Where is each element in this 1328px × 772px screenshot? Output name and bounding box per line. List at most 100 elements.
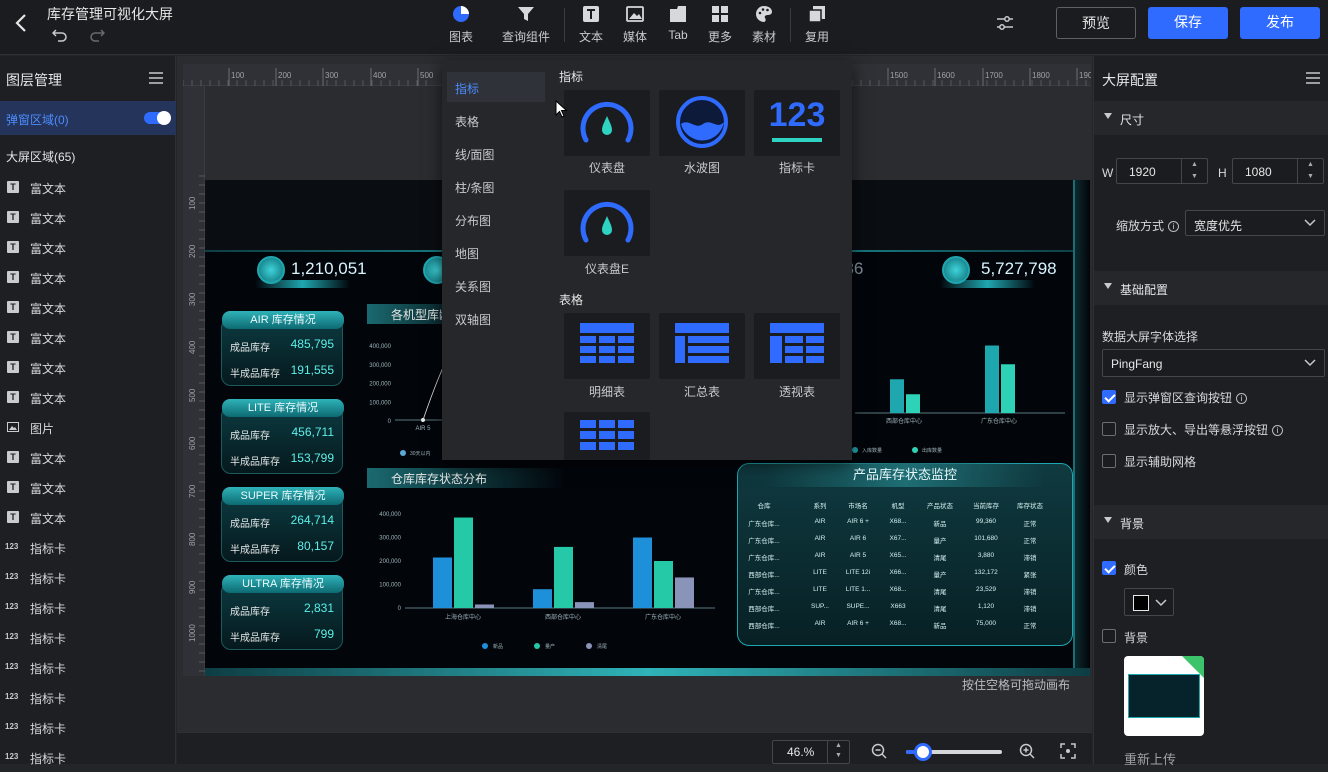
tool-more[interactable]: 更多 xyxy=(706,4,734,48)
redo-icon[interactable] xyxy=(89,27,106,43)
height-input[interactable]: 1080 ▲ ▼ xyxy=(1232,158,1324,184)
zoom-in-icon[interactable] xyxy=(1019,743,1035,759)
layer-item[interactable]: 123 指标卡 xyxy=(0,742,176,772)
popup-region-toggle[interactable] xyxy=(144,111,171,125)
width-stepper[interactable]: ▲ ▼ xyxy=(1181,159,1207,183)
component-indicator-card[interactable]: 123 xyxy=(754,90,840,156)
category-item[interactable]: 线/面图 xyxy=(447,138,545,168)
component-gauge[interactable] xyxy=(564,90,650,156)
layer-item[interactable]: T 富文本 xyxy=(0,262,176,292)
layer-item[interactable]: T 富文本 xyxy=(0,502,176,532)
height-stepper[interactable]: ▲ ▼ xyxy=(1297,159,1323,183)
layer-item[interactable]: 123 指标卡 xyxy=(0,682,176,712)
back-arrow-icon[interactable] xyxy=(12,12,32,34)
font-select[interactable]: PingFang xyxy=(1102,349,1325,377)
component-pivot-table[interactable] xyxy=(754,313,840,379)
inventory-panel: SUPER 库存情况 成品库存 264,714 半成品库存 80,157 xyxy=(221,487,344,562)
menu-icon[interactable] xyxy=(1305,71,1321,85)
width-value: 1920 xyxy=(1129,165,1156,179)
component-summary-table[interactable] xyxy=(659,313,745,379)
layer-item[interactable]: 图片 xyxy=(0,412,176,442)
checkbox-grid[interactable] xyxy=(1102,454,1116,468)
layer-item[interactable]: T 富文本 xyxy=(0,352,176,382)
layer-item[interactable]: 123 指标卡 xyxy=(0,652,176,682)
table-cell: 23,529 xyxy=(976,586,996,593)
undo-icon[interactable] xyxy=(51,27,68,43)
component-gauge-e[interactable] xyxy=(564,190,650,256)
inventory-panel: ULTRA 库存情况 成品库存 2,831 半成品库存 799 xyxy=(221,575,344,650)
basic-section-header[interactable]: 基础配置 xyxy=(1094,271,1328,305)
category-item[interactable]: 关系图 xyxy=(447,270,545,300)
bg-thumbnail[interactable] xyxy=(1124,656,1204,736)
layer-item[interactable]: T 富文本 xyxy=(0,202,176,232)
checkbox-float-buttons[interactable] xyxy=(1102,422,1116,436)
publish-button[interactable]: 发布 xyxy=(1240,7,1320,39)
category-item[interactable]: 分布图 xyxy=(447,204,545,234)
category-item[interactable]: 地图 xyxy=(447,237,545,267)
zoom-slider-thumb[interactable] xyxy=(913,743,932,761)
table-cell: X68... xyxy=(889,620,907,627)
menu-icon[interactable] xyxy=(148,71,164,85)
category-item[interactable]: 双轴图 xyxy=(447,303,545,333)
popup-region-row[interactable]: 弹窗区域(0) xyxy=(0,101,176,135)
zoom-stepper[interactable]: ▲ ▼ xyxy=(827,741,849,763)
layer-item[interactable]: T 富文本 xyxy=(0,472,176,502)
layer-item[interactable]: T 富文本 xyxy=(0,322,176,352)
indicator-underline xyxy=(772,138,822,142)
layer-label: 指标卡 xyxy=(30,572,67,586)
legend-swatch xyxy=(586,643,592,649)
collapse-arrow-icon xyxy=(1104,113,1112,119)
inventory-row-value: 191,555 xyxy=(290,363,334,377)
tool-material[interactable]: 素材 xyxy=(750,4,778,48)
zoom-out-icon[interactable] xyxy=(871,743,887,759)
fit-screen-icon[interactable] xyxy=(1060,743,1076,759)
layer-item[interactable]: 123 指标卡 xyxy=(0,562,176,592)
io-bar-chart: 西部仓库中心 广东仓库中心入库数量 出库数量 xyxy=(852,345,1065,454)
layer-item[interactable]: T 富文本 xyxy=(0,442,176,472)
legend-label: 量产 xyxy=(545,643,555,650)
copy-icon xyxy=(808,6,825,23)
layer-label: 指标卡 xyxy=(30,602,67,616)
preview-button[interactable]: 预览 xyxy=(1056,7,1136,39)
component-cross-table[interactable] xyxy=(564,412,650,460)
tool-media[interactable]: 媒体 xyxy=(621,4,649,48)
layer-item[interactable]: 123 指标卡 xyxy=(0,532,176,562)
big-screen-region-label[interactable]: 大屏区域(65) xyxy=(6,148,75,165)
layer-item[interactable]: 123 指标卡 xyxy=(0,712,176,742)
help-icon[interactable]: i xyxy=(1168,221,1180,233)
bg-section-header[interactable]: 背景 xyxy=(1094,505,1328,539)
table-cell: 滞销 xyxy=(1023,606,1037,613)
tool-reuse[interactable]: 复用 xyxy=(803,4,831,48)
checkbox-popup-query[interactable] xyxy=(1102,390,1116,404)
tool-tab[interactable]: Tab xyxy=(664,4,692,48)
checkbox-bg-color[interactable] xyxy=(1102,561,1116,575)
group-title-table: 表格 xyxy=(559,293,584,307)
layer-item[interactable]: T 富文本 xyxy=(0,382,176,412)
category-item[interactable]: 表格 xyxy=(447,105,545,135)
category-item[interactable]: 柱/条图 xyxy=(447,171,545,201)
color-picker[interactable] xyxy=(1124,588,1174,616)
layer-item[interactable]: T 富文本 xyxy=(0,232,176,262)
tool-chart[interactable]: 图表 xyxy=(446,4,476,48)
layer-item[interactable]: 123 指标卡 xyxy=(0,592,176,622)
reupload-link[interactable]: 重新上传 xyxy=(1124,749,1176,768)
help-icon[interactable]: i xyxy=(1272,425,1284,437)
category-item[interactable]: 指标 xyxy=(447,72,545,102)
width-input[interactable]: 1920 ▲ ▼ xyxy=(1116,158,1208,184)
checkbox-bg-image[interactable] xyxy=(1102,629,1116,643)
size-section-header[interactable]: 尺寸 xyxy=(1094,101,1328,135)
scale-mode-select[interactable]: 宽度优先 xyxy=(1185,210,1325,236)
inventory-row-label: 半成品库存 xyxy=(230,545,280,556)
layer-item[interactable]: T 富文本 xyxy=(0,172,176,202)
help-icon[interactable]: i xyxy=(1236,393,1248,405)
tool-query[interactable]: 查询组件 xyxy=(501,4,551,48)
tool-text[interactable]: 文本 xyxy=(577,4,605,48)
save-button[interactable]: 保存 xyxy=(1148,7,1228,39)
component-detail-table[interactable] xyxy=(564,313,650,379)
layer-item[interactable]: 123 指标卡 xyxy=(0,622,176,652)
table-header-cell: 仓库 xyxy=(757,503,771,510)
component-water-wave[interactable] xyxy=(659,90,745,156)
zoom-input[interactable]: 46.% ▲ ▼ xyxy=(772,740,850,764)
sliders-settings-icon[interactable] xyxy=(994,12,1016,34)
layer-item[interactable]: T 富文本 xyxy=(0,292,176,322)
